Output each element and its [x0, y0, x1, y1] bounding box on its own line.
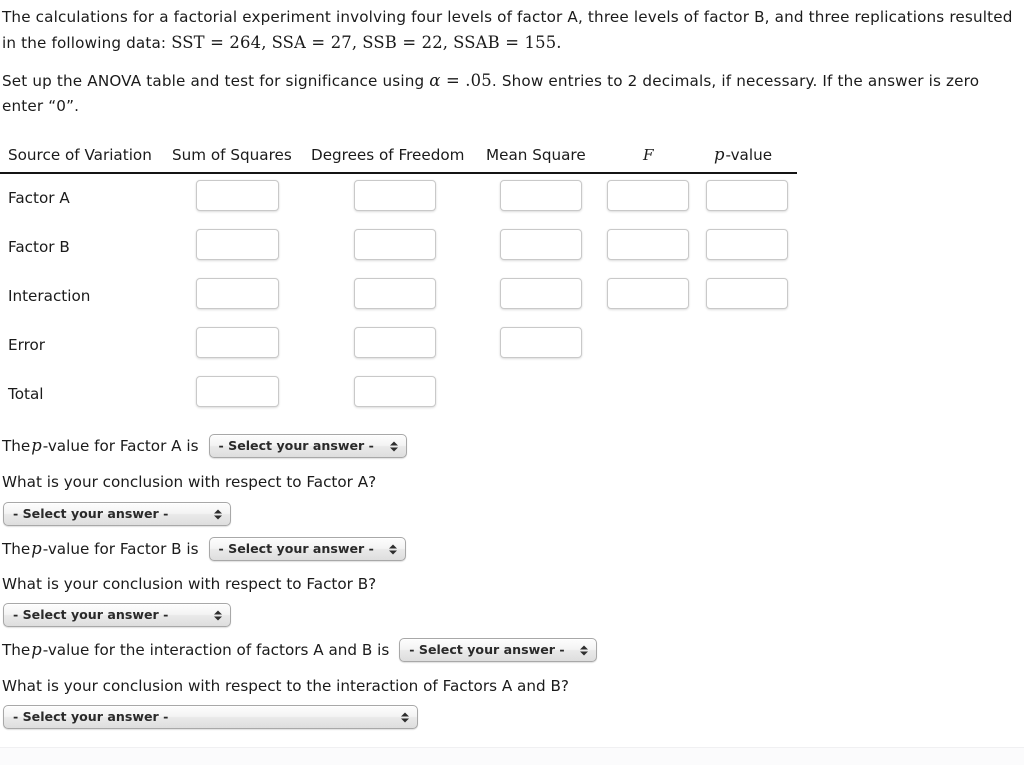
table-row: Total [0, 370, 800, 419]
problem-statement-paragraph-2: Set up the ANOVA table and test for sign… [2, 68, 1018, 119]
p-value-italic-p: p [714, 145, 725, 164]
column-header-sum-of-squares: Sum of Squares [172, 146, 292, 164]
p-italic-icon: p [31, 436, 42, 455]
table-row: Factor A [0, 174, 800, 223]
anova-table-header-row: Source of Variation Sum of Squares Degre… [0, 144, 797, 174]
page-bottom-divider [0, 747, 1024, 765]
input-error-mean-square[interactable] [500, 327, 582, 358]
p-italic-icon: p [31, 539, 42, 558]
math-ssab: SSAB = 155. [453, 33, 562, 52]
question-text-prefix: The [2, 641, 31, 659]
select-conclusion-factor-b-label: - Select your answer - [13, 607, 169, 622]
table-row: Error [0, 321, 800, 370]
math-sst: SST = 264, [171, 33, 267, 52]
question-conclusion-interaction: What is your conclusion with respect to … [2, 675, 569, 697]
chevron-updown-icon [401, 710, 409, 725]
select-p-value-factor-a[interactable]: - Select your answer - [208, 434, 407, 458]
select-conclusion-factor-a-label: - Select your answer - [13, 506, 169, 521]
anova-table-body: Factor A Factor B Interaction Error Tota… [0, 174, 800, 419]
row-label-interaction: Interaction [8, 287, 91, 305]
select-conclusion-interaction[interactable]: - Select your answer - [3, 705, 418, 729]
input-factor-a-sum-of-squares[interactable] [196, 180, 279, 211]
question-page: The calculations for a factorial experim… [0, 0, 1024, 765]
input-factor-b-mean-square[interactable] [500, 229, 582, 260]
input-total-sum-of-squares[interactable] [196, 376, 279, 407]
column-header-p-value: p-value [713, 144, 772, 166]
select-conclusion-factor-b[interactable]: - Select your answer - [3, 603, 231, 627]
chevron-updown-icon [214, 507, 222, 522]
column-header-degrees-of-freedom: Degrees of Freedom [311, 146, 465, 164]
select-p-value-factor-a-label: - Select your answer - [218, 438, 374, 453]
question-p-value-factor-b: The p -value for Factor B is - Select you… [2, 537, 406, 561]
question-conclusion-interaction-text: What is your conclusion with respect to … [2, 677, 569, 695]
question-conclusion-factor-b: What is your conclusion with respect to … [2, 573, 376, 595]
input-interaction-f[interactable] [607, 278, 689, 309]
column-header-mean-square: Mean Square [486, 146, 586, 164]
question-text-prefix: The [2, 437, 31, 455]
select-row-conclusion-factor-b: - Select your answer - [3, 603, 231, 627]
question-text-body: -value for the interaction of factors A … [42, 641, 390, 659]
input-interaction-degrees-of-freedom[interactable] [354, 278, 436, 309]
question-p-value-interaction: The p -value for the interaction of facto… [2, 638, 598, 662]
row-label-total: Total [8, 385, 44, 403]
input-error-sum-of-squares[interactable] [196, 327, 279, 358]
row-label-factor-b: Factor B [8, 238, 70, 256]
input-error-degrees-of-freedom[interactable] [354, 327, 436, 358]
input-factor-b-p-value[interactable] [706, 229, 788, 260]
question-p-value-factor-a: The p -value for Factor A is - Select you… [2, 434, 407, 458]
select-p-value-interaction-label: - Select your answer - [409, 642, 565, 657]
chevron-updown-icon [214, 608, 222, 623]
chevron-updown-icon [389, 439, 398, 454]
math-ssa: SSA = 27, [271, 33, 358, 52]
input-factor-b-degrees-of-freedom[interactable] [354, 229, 436, 260]
input-factor-a-f[interactable] [607, 180, 689, 211]
input-interaction-sum-of-squares[interactable] [196, 278, 279, 309]
select-p-value-factor-b-label: - Select your answer - [218, 541, 374, 556]
question-conclusion-factor-a: What is your conclusion with respect to … [2, 471, 376, 493]
problem-statement-paragraph-1: The calculations for a factorial experim… [2, 5, 1016, 56]
question-conclusion-factor-a-text: What is your conclusion with respect to … [2, 473, 377, 491]
instruction-text-intro: Set up the ANOVA table and test for sign… [2, 72, 430, 90]
select-p-value-factor-b[interactable]: - Select your answer - [208, 537, 406, 561]
anova-table: Source of Variation Sum of Squares Degre… [0, 144, 800, 419]
select-row-conclusion-interaction: - Select your answer - [3, 705, 418, 729]
question-text-body: -value for Factor A is [42, 437, 199, 455]
question-conclusion-factor-b-text: What is your conclusion with respect to … [2, 575, 377, 593]
select-p-value-interaction[interactable]: - Select your answer - [399, 638, 598, 662]
input-total-degrees-of-freedom[interactable] [354, 376, 436, 407]
alpha-value: = .05 [440, 71, 492, 90]
input-factor-b-f[interactable] [607, 229, 689, 260]
select-row-conclusion-factor-a: - Select your answer - [3, 502, 231, 526]
row-label-error: Error [8, 336, 46, 354]
select-conclusion-interaction-label: - Select your answer - [13, 709, 169, 724]
math-ssb: SSB = 22, [362, 33, 449, 52]
table-row: Factor B [0, 223, 800, 272]
chevron-updown-icon [580, 643, 589, 658]
input-factor-a-mean-square[interactable] [500, 180, 582, 211]
p-value-suffix: -value [725, 146, 773, 164]
question-text-body: -value for Factor B is [42, 540, 199, 558]
input-interaction-mean-square[interactable] [500, 278, 582, 309]
chevron-updown-icon [388, 542, 397, 557]
column-header-f: F [643, 146, 654, 164]
column-header-source-of-variation: Source of Variation [8, 146, 152, 164]
row-label-factor-a: Factor A [8, 189, 70, 207]
input-factor-a-degrees-of-freedom[interactable] [354, 180, 436, 211]
input-factor-a-p-value[interactable] [706, 180, 788, 211]
table-row: Interaction [0, 272, 800, 321]
input-factor-b-sum-of-squares[interactable] [196, 229, 279, 260]
p-italic-icon: p [31, 640, 42, 659]
alpha-symbol: α [429, 71, 441, 90]
question-text-prefix: The [2, 540, 31, 558]
select-conclusion-factor-a[interactable]: - Select your answer - [3, 502, 231, 526]
input-interaction-p-value[interactable] [706, 278, 788, 309]
